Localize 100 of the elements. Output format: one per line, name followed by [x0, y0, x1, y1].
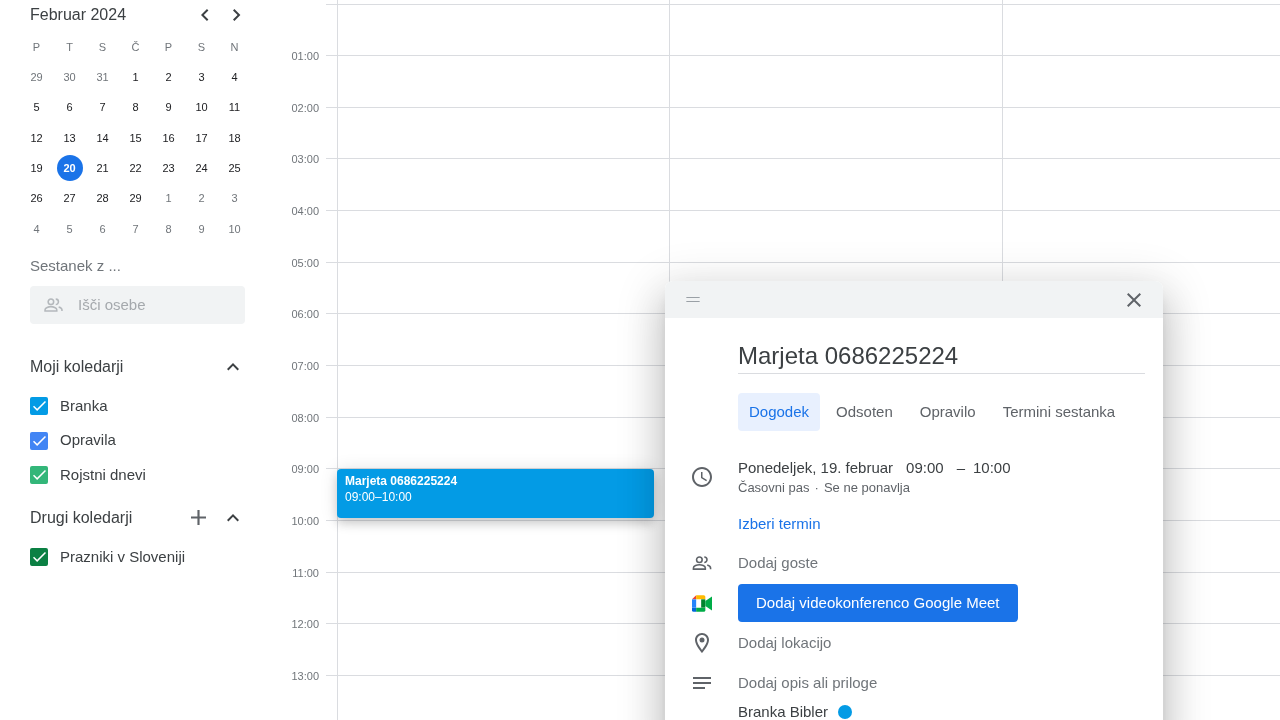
checkbox[interactable]	[30, 548, 48, 567]
event-title: Marjeta 0686225224	[345, 473, 458, 490]
calendar-day[interactable]: 20	[56, 155, 83, 182]
timezone-link[interactable]: Časovni pas	[738, 478, 810, 498]
calendar-day[interactable]: 9	[155, 94, 182, 121]
calendar-day[interactable]: 7	[122, 215, 149, 242]
section-label: Sestanek z ...	[30, 255, 121, 276]
calendar-day[interactable]: 18	[221, 124, 248, 151]
calendar-day[interactable]: 22	[122, 155, 149, 182]
checkbox[interactable]	[30, 397, 48, 416]
calendar-day[interactable]: 5	[56, 215, 83, 242]
calendar-day[interactable]: 9	[188, 215, 215, 242]
separator-dot: ·	[814, 479, 819, 498]
title-input[interactable]: Marjeta 0686225224	[738, 341, 1145, 374]
checkmark-icon	[32, 552, 46, 563]
weekday-label: N	[230, 39, 239, 55]
calendar-day[interactable]: 4	[221, 64, 248, 91]
hour-label: 10:00	[291, 514, 319, 527]
weekday-label: P	[164, 39, 173, 55]
recurrence-button[interactable]: Se ne ponavlja	[823, 478, 910, 498]
chevron-up-icon	[227, 363, 239, 371]
checkmark-icon	[32, 435, 46, 446]
calendar-day[interactable]: 16	[155, 124, 182, 151]
calendar-day[interactable]: 14	[89, 124, 116, 151]
calendar-day[interactable]: 1	[122, 64, 149, 91]
calendar-day[interactable]: 8	[155, 215, 182, 242]
calendar-day[interactable]: 4	[23, 215, 50, 242]
people-search-field[interactable]: Išči osebe	[30, 285, 245, 324]
hour-label: 12:00	[291, 618, 319, 631]
calendar-day[interactable]: 29	[23, 64, 50, 91]
calendar-day[interactable]: 27	[56, 185, 83, 212]
calendar-day[interactable]: 6	[56, 94, 83, 121]
calendar-day[interactable]: 2	[188, 185, 215, 212]
calendar-day[interactable]: 3	[188, 64, 215, 91]
calendar-day[interactable]: 6	[89, 215, 116, 242]
calendar-day[interactable]: 7	[89, 94, 116, 121]
calendar-day[interactable]: 12	[23, 124, 50, 151]
checkbox[interactable]	[30, 466, 48, 485]
calendar-day[interactable]: 25	[221, 155, 248, 182]
location-input[interactable]: Dodaj lokacijo	[738, 631, 1038, 655]
calendar-day[interactable]: 23	[155, 155, 182, 182]
chevron-up-icon	[227, 514, 239, 522]
calendar-day[interactable]: 15	[122, 124, 149, 151]
hour-label: 08:00	[291, 411, 319, 424]
calendar-day[interactable]: 1	[155, 185, 182, 212]
hour-label: 01:00	[291, 50, 319, 62]
end-time-button[interactable]: 10:00	[973, 456, 1011, 480]
start-time-button[interactable]: 09:00	[906, 456, 944, 480]
calendar-day[interactable]: 5	[23, 94, 50, 121]
weekday-label: P	[32, 39, 41, 55]
time-separator: –	[956, 457, 965, 478]
weekday-label: Č	[131, 39, 140, 55]
organizer-name: Branka Bibler	[738, 703, 829, 720]
hour-label: 07:00	[291, 359, 319, 372]
hour-label: 04:00	[291, 204, 319, 217]
add-meet-button[interactable]: Dodaj videokonferenco Google Meet	[738, 584, 1018, 622]
calendar-day[interactable]: 30	[56, 64, 83, 91]
calendar-day[interactable]: 26	[23, 185, 50, 212]
event-type-tab[interactable]: Dogodek	[738, 393, 821, 431]
hour-label: 13:00	[291, 669, 319, 682]
event-type-tab[interactable]: Odsoten	[825, 393, 904, 431]
month-title: Februar 2024	[29, 5, 127, 25]
guests-input[interactable]: Dodaj goste	[738, 551, 1038, 575]
weekday-label: S	[98, 39, 107, 55]
date-button[interactable]: Ponedeljek, 19. februar	[738, 456, 894, 480]
notes-icon	[692, 677, 711, 689]
people-icon	[44, 297, 63, 312]
hour-label: 09:00	[291, 463, 319, 476]
calendar-name: Prazniki v Sloveniji	[60, 546, 186, 567]
calendar-day[interactable]: 8	[122, 94, 149, 121]
calendar-day[interactable]: 10	[221, 215, 248, 242]
event-type-tab[interactable]: Termini sestanka	[991, 393, 1127, 431]
description-input[interactable]: Dodaj opis ali priloge	[738, 671, 1038, 695]
clock-icon	[691, 467, 712, 487]
hour-label: 03:00	[291, 153, 319, 166]
calendar-day[interactable]: 19	[23, 155, 50, 182]
event-type-tab[interactable]: Opravilo	[908, 393, 987, 431]
chevron-right-icon	[233, 9, 241, 21]
calendar-day[interactable]: 2	[155, 64, 182, 91]
hour-label: 05:00	[291, 256, 319, 269]
video-camera-icon	[691, 594, 712, 612]
calendar-day[interactable]: 17	[188, 124, 215, 151]
checkmark-icon	[32, 470, 46, 481]
calendar-day[interactable]: 28	[89, 185, 116, 212]
calendar-day[interactable]: 3	[221, 185, 248, 212]
calendar-day[interactable]: 10	[188, 94, 215, 121]
calendar-day[interactable]: 21	[89, 155, 116, 182]
calendar-day[interactable]: 31	[89, 64, 116, 91]
calendar-day[interactable]: 24	[188, 155, 215, 182]
calendar-day[interactable]: 13	[56, 124, 83, 151]
checkbox[interactable]	[30, 431, 48, 450]
calendar-group-title: Moji koledarji	[30, 356, 124, 377]
location-pin-icon	[694, 633, 709, 653]
event-time: 09:00–10:00	[345, 489, 412, 506]
close-icon	[1127, 292, 1141, 307]
calendar-day[interactable]: 29	[122, 185, 149, 212]
find-time-link[interactable]: Izberi termin	[738, 512, 821, 536]
calendar-day[interactable]: 11	[221, 94, 248, 121]
calendar-group-title: Drugi koledarji	[30, 507, 133, 528]
weekday-label: T	[66, 39, 73, 55]
